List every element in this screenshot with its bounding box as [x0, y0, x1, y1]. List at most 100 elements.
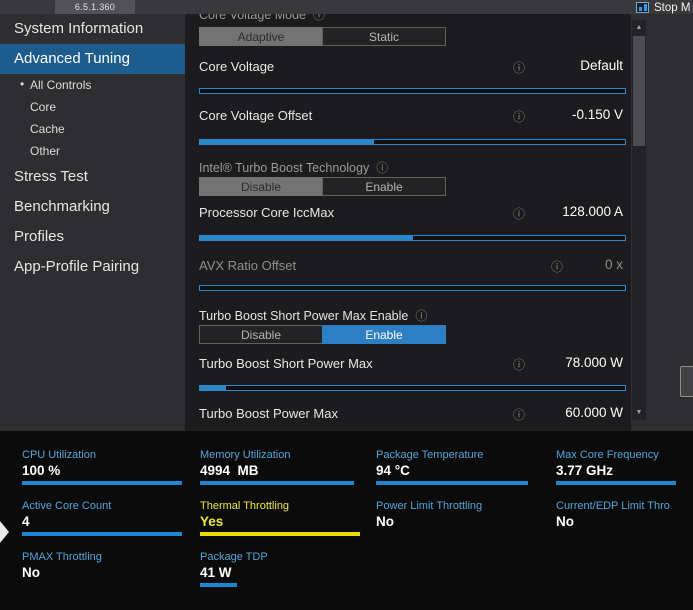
toggle-option-enable[interactable]: Enable: [322, 325, 446, 344]
telemetry-bar: [200, 481, 360, 485]
telemetry-bar: [200, 583, 360, 587]
telemetry-value: No: [376, 514, 394, 529]
info-icon[interactable]: ⓘ: [513, 356, 525, 373]
scroll-down-icon[interactable]: ▼: [632, 406, 646, 419]
telemetry-panel: CPU Utilization 100 % Memory Utilization…: [0, 431, 693, 610]
telemetry-bar: [22, 481, 182, 485]
control-value: 78.000 W: [565, 355, 623, 370]
sidebar-item-core[interactable]: Core: [0, 96, 185, 118]
telemetry-label: Memory Utilization: [200, 449, 291, 461]
section-short-power-max-enable: Turbo Boost Short Power Max Enable ⓘ: [199, 307, 427, 324]
info-icon[interactable]: ⓘ: [513, 108, 525, 125]
sidebar-item-cache[interactable]: Cache: [0, 118, 185, 140]
telemetry-label: CPU Utilization: [22, 449, 96, 461]
info-icon[interactable]: ⓘ: [513, 59, 525, 76]
panel-scrollbar[interactable]: ▲ ▼: [632, 20, 646, 420]
slider-fill: [200, 386, 226, 390]
core-voltage-mode-toggle: Adaptive Static: [199, 27, 446, 46]
sidebar-item-advanced-tuning[interactable]: Advanced Tuning: [0, 44, 185, 74]
toggle-option-enable[interactable]: Enable: [322, 177, 446, 196]
stop-monitoring-button[interactable]: Stop M: [636, 0, 690, 15]
avx-ratio-slider[interactable]: [199, 285, 626, 291]
telemetry-cell-cpu-utilization: CPU Utilization 100 %: [22, 449, 200, 500]
telemetry-bar-fill: [556, 481, 676, 485]
stop-monitoring-label: Stop M: [654, 1, 691, 14]
telemetry-label: Current/EDP Limit Thro: [556, 500, 670, 512]
core-voltage-offset-slider[interactable]: [199, 139, 626, 145]
sidebar-item-benchmarking[interactable]: Benchmarking: [0, 192, 185, 222]
telemetry-value: 94 °C: [376, 463, 410, 478]
sidebar-item-all-controls[interactable]: • All Controls: [0, 74, 185, 96]
telemetry-bar: [22, 583, 182, 587]
tuning-panel: Core Voltage Mode ⓘ Adaptive Static Core …: [185, 14, 631, 431]
monitor-chart-icon: [636, 2, 649, 13]
telemetry-label: Package TDP: [200, 551, 268, 563]
sidebar-item-system-information[interactable]: System Information: [0, 14, 185, 44]
control-label: Turbo Boost Power Max: [199, 406, 338, 421]
control-label: Processor Core IccMax: [199, 205, 335, 220]
control-row-core-voltage-offset: Core Voltage Offset ⓘ -0.150 V: [199, 107, 625, 127]
telemetry-label: Active Core Count: [22, 500, 112, 512]
info-icon[interactable]: ⓘ: [551, 258, 563, 275]
section-label: Turbo Boost Short Power Max Enable: [199, 309, 409, 323]
telemetry-value: 4994 MB: [200, 463, 259, 478]
sidebar-item-stress-test[interactable]: Stress Test: [0, 162, 185, 192]
control-label: AVX Ratio Offset: [199, 258, 297, 273]
telemetry-bar: [376, 532, 536, 536]
telemetry-value: 41 W: [200, 565, 232, 580]
telemetry-value: Yes: [200, 514, 224, 529]
section-label: Core Voltage Mode: [199, 14, 307, 22]
telemetry-bar-fill: [22, 481, 182, 485]
short-power-max-slider[interactable]: [199, 385, 626, 391]
telemetry-value: No: [556, 514, 574, 529]
sidebar-item-other[interactable]: Other: [0, 140, 185, 162]
telemetry-cell-package-tdp: Package TDP 41 W: [200, 551, 376, 602]
edge-partial-button[interactable]: [680, 366, 693, 397]
section-label: Intel® Turbo Boost Technology: [199, 161, 370, 175]
control-value: 0 x: [604, 257, 623, 272]
flyout-arrow-icon[interactable]: [0, 521, 9, 543]
telemetry-bar: [200, 532, 360, 536]
control-value: Default: [580, 58, 623, 73]
section-turbo-boost-technology: Intel® Turbo Boost Technology ⓘ: [199, 159, 388, 176]
telemetry-bar-fill: [200, 583, 237, 587]
core-voltage-slider[interactable]: [199, 88, 626, 94]
telemetry-bar: [376, 481, 536, 485]
bullet-icon: •: [20, 77, 25, 91]
telemetry-value: 3.77 GHz: [556, 463, 614, 478]
info-icon[interactable]: ⓘ: [376, 161, 388, 175]
control-label: Core Voltage Offset: [199, 108, 313, 123]
toggle-option-disable[interactable]: Disable: [199, 177, 323, 196]
telemetry-bar-fill: [376, 481, 528, 485]
telemetry-cell-memory-utilization: Memory Utilization 4994 MB: [200, 449, 376, 500]
sidebar-item-app-profile-pairing[interactable]: App-Profile Pairing: [0, 252, 185, 282]
control-row-avx-ratio-offset: AVX Ratio Offset ⓘ 0 x: [199, 257, 625, 277]
info-icon[interactable]: ⓘ: [313, 14, 325, 22]
info-icon[interactable]: ⓘ: [513, 205, 525, 222]
app-version: 6.5.1.360: [74, 2, 116, 12]
telemetry-value: 100 %: [22, 463, 61, 478]
scrollbar-thumb[interactable]: [633, 36, 645, 146]
telemetry-bar-fill: [200, 532, 360, 536]
scroll-up-icon[interactable]: ▲: [632, 21, 646, 34]
control-row-core-voltage: Core Voltage ⓘ Default: [199, 58, 625, 78]
toggle-option-adaptive[interactable]: Adaptive: [199, 27, 323, 46]
info-icon[interactable]: ⓘ: [415, 309, 427, 323]
telemetry-label: Power Limit Throttling: [376, 500, 483, 512]
slider-fill: [200, 140, 375, 144]
toggle-option-static[interactable]: Static: [322, 27, 446, 46]
telemetry-cell-max-core-frequency: Max Core Frequency 3.77 GHz: [556, 449, 693, 500]
telemetry-value: 4: [22, 514, 30, 529]
telemetry-bar: [556, 532, 693, 536]
telemetry-bar-fill: [22, 532, 182, 536]
control-row-iccmax: Processor Core IccMax ⓘ 128.000 A: [199, 204, 625, 224]
control-value: 60.000 W: [565, 405, 623, 420]
titlebar: 6.5.1.360 Stop M: [0, 0, 693, 14]
control-label: Core Voltage: [199, 59, 275, 74]
control-row-short-power-max: Turbo Boost Short Power Max ⓘ 78.000 W: [199, 355, 625, 375]
info-icon[interactable]: ⓘ: [513, 406, 525, 423]
toggle-option-disable[interactable]: Disable: [199, 325, 323, 344]
iccmax-slider[interactable]: [199, 235, 626, 241]
telemetry-label: Package Temperature: [376, 449, 484, 461]
sidebar-item-profiles[interactable]: Profiles: [0, 222, 185, 252]
